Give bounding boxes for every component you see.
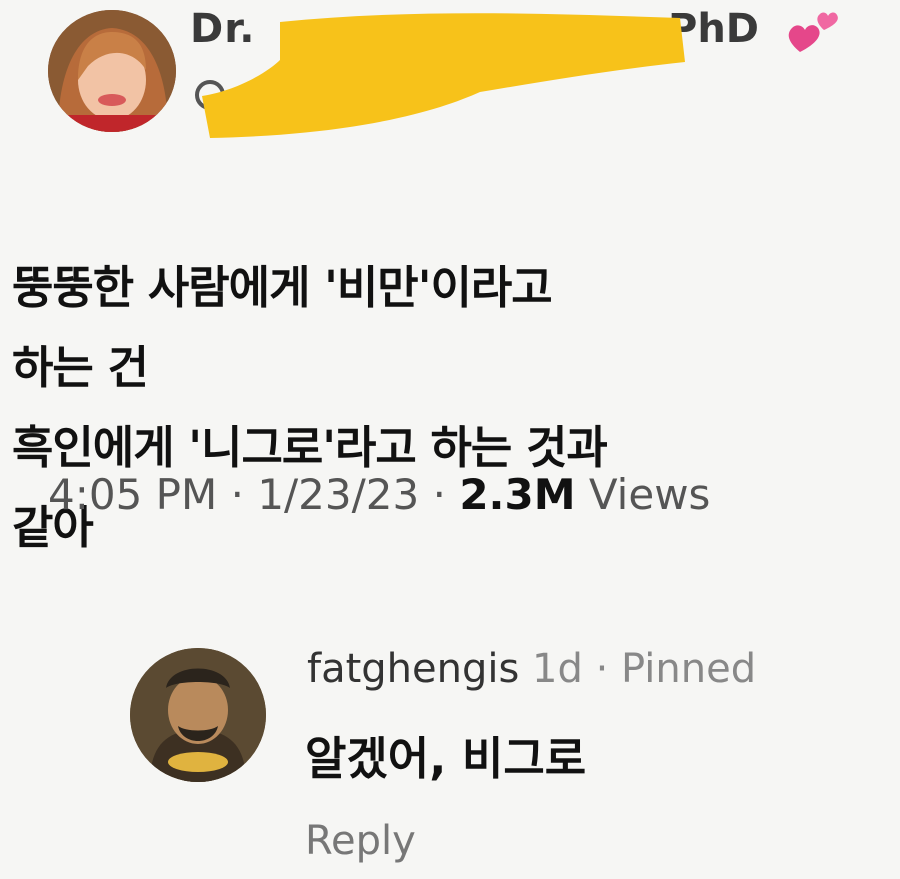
tweet-meta: 4:05 PM · 1/23/23 · 2.3M Views xyxy=(48,470,710,519)
post-author-avatar[interactable] xyxy=(48,10,176,132)
comment-text: 알겠어, 비그로 xyxy=(305,732,587,785)
reply-button[interactable]: Reply xyxy=(305,818,416,864)
post-date[interactable]: 1/23/23 xyxy=(257,470,419,519)
two-hearts-icon xyxy=(788,12,838,52)
tweet-line: 하는 건 xyxy=(12,341,149,394)
tweet-line: 흑인에게 '니그로'라고 하는 것과 xyxy=(12,421,608,474)
views-label: Views xyxy=(588,470,711,519)
views-count: 2.3M xyxy=(459,470,576,519)
commenter-avatar[interactable] xyxy=(130,648,266,782)
redaction-marker xyxy=(202,13,685,139)
commenter-username[interactable]: fatghengis xyxy=(307,646,519,692)
comment-separator: · xyxy=(595,646,609,692)
avatar-photo xyxy=(48,10,176,132)
meta-separator: · xyxy=(230,470,244,519)
meta-separator: · xyxy=(432,470,446,519)
comment-age: 1d xyxy=(532,646,583,692)
tweet-line: 뚱뚱한 사람에게 '비만'이라고 xyxy=(12,261,553,314)
avatar-photo xyxy=(130,648,266,782)
post-time[interactable]: 4:05 PM xyxy=(48,470,217,519)
pinned-label: Pinned xyxy=(621,646,757,692)
comment-header: fatghengis 1d · Pinned xyxy=(307,646,756,692)
